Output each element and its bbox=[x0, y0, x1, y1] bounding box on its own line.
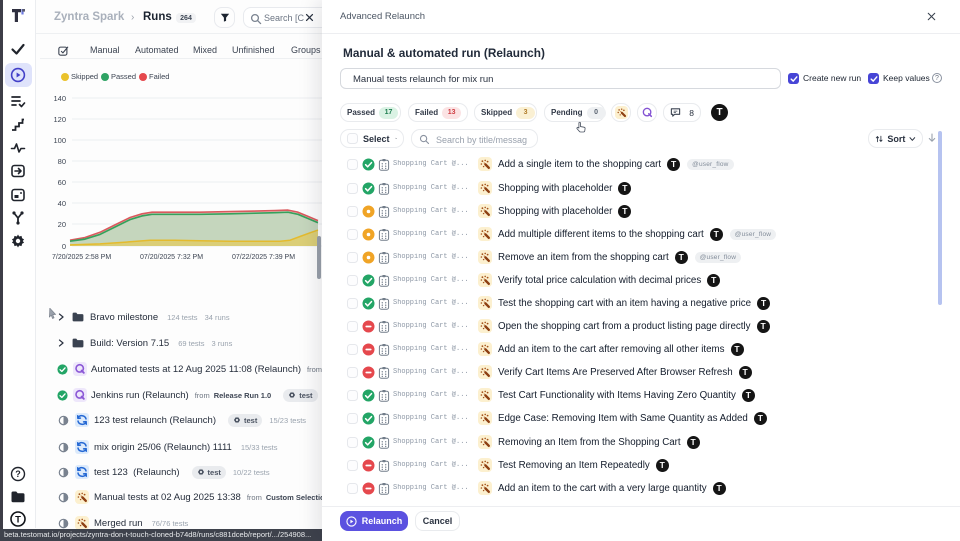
svg-text:80: 80 bbox=[58, 157, 66, 166]
svg-text:20: 20 bbox=[58, 220, 66, 229]
svg-text:?: ? bbox=[15, 469, 21, 479]
svg-text:100: 100 bbox=[53, 136, 66, 145]
svg-text:120: 120 bbox=[53, 115, 66, 124]
svg-text:0: 0 bbox=[62, 242, 66, 251]
svg-text:140: 140 bbox=[53, 94, 66, 103]
svg-text:T: T bbox=[15, 514, 21, 525]
svg-text:40: 40 bbox=[58, 199, 66, 208]
svg-text:60: 60 bbox=[58, 178, 66, 187]
